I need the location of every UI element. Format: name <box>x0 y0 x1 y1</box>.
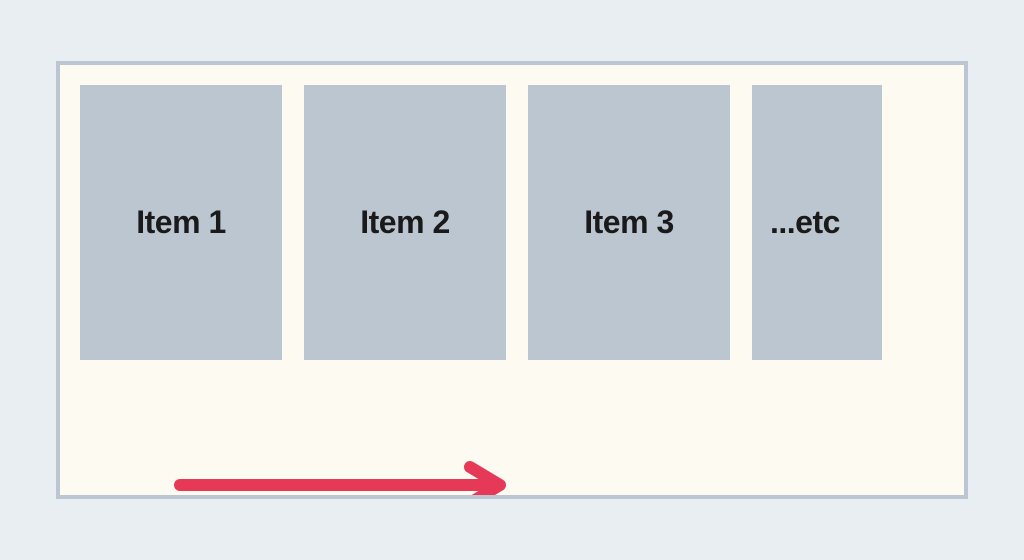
scroll-arrow <box>172 460 512 499</box>
card-item-2: Item 2 <box>304 85 506 360</box>
card-label: Item 1 <box>136 204 225 241</box>
card-item-3: Item 3 <box>528 85 730 360</box>
card-label: Item 2 <box>360 204 449 241</box>
card-label: ...etc <box>770 204 840 241</box>
carousel-diagram: Item 1 Item 2 Item 3 ...etc <box>56 61 968 499</box>
card-item-1: Item 1 <box>80 85 282 360</box>
card-item-etc: ...etc <box>752 85 882 360</box>
card-label: Item 3 <box>584 204 673 241</box>
arrow-right-icon <box>172 460 512 499</box>
cards-row: Item 1 Item 2 Item 3 ...etc <box>60 65 964 360</box>
